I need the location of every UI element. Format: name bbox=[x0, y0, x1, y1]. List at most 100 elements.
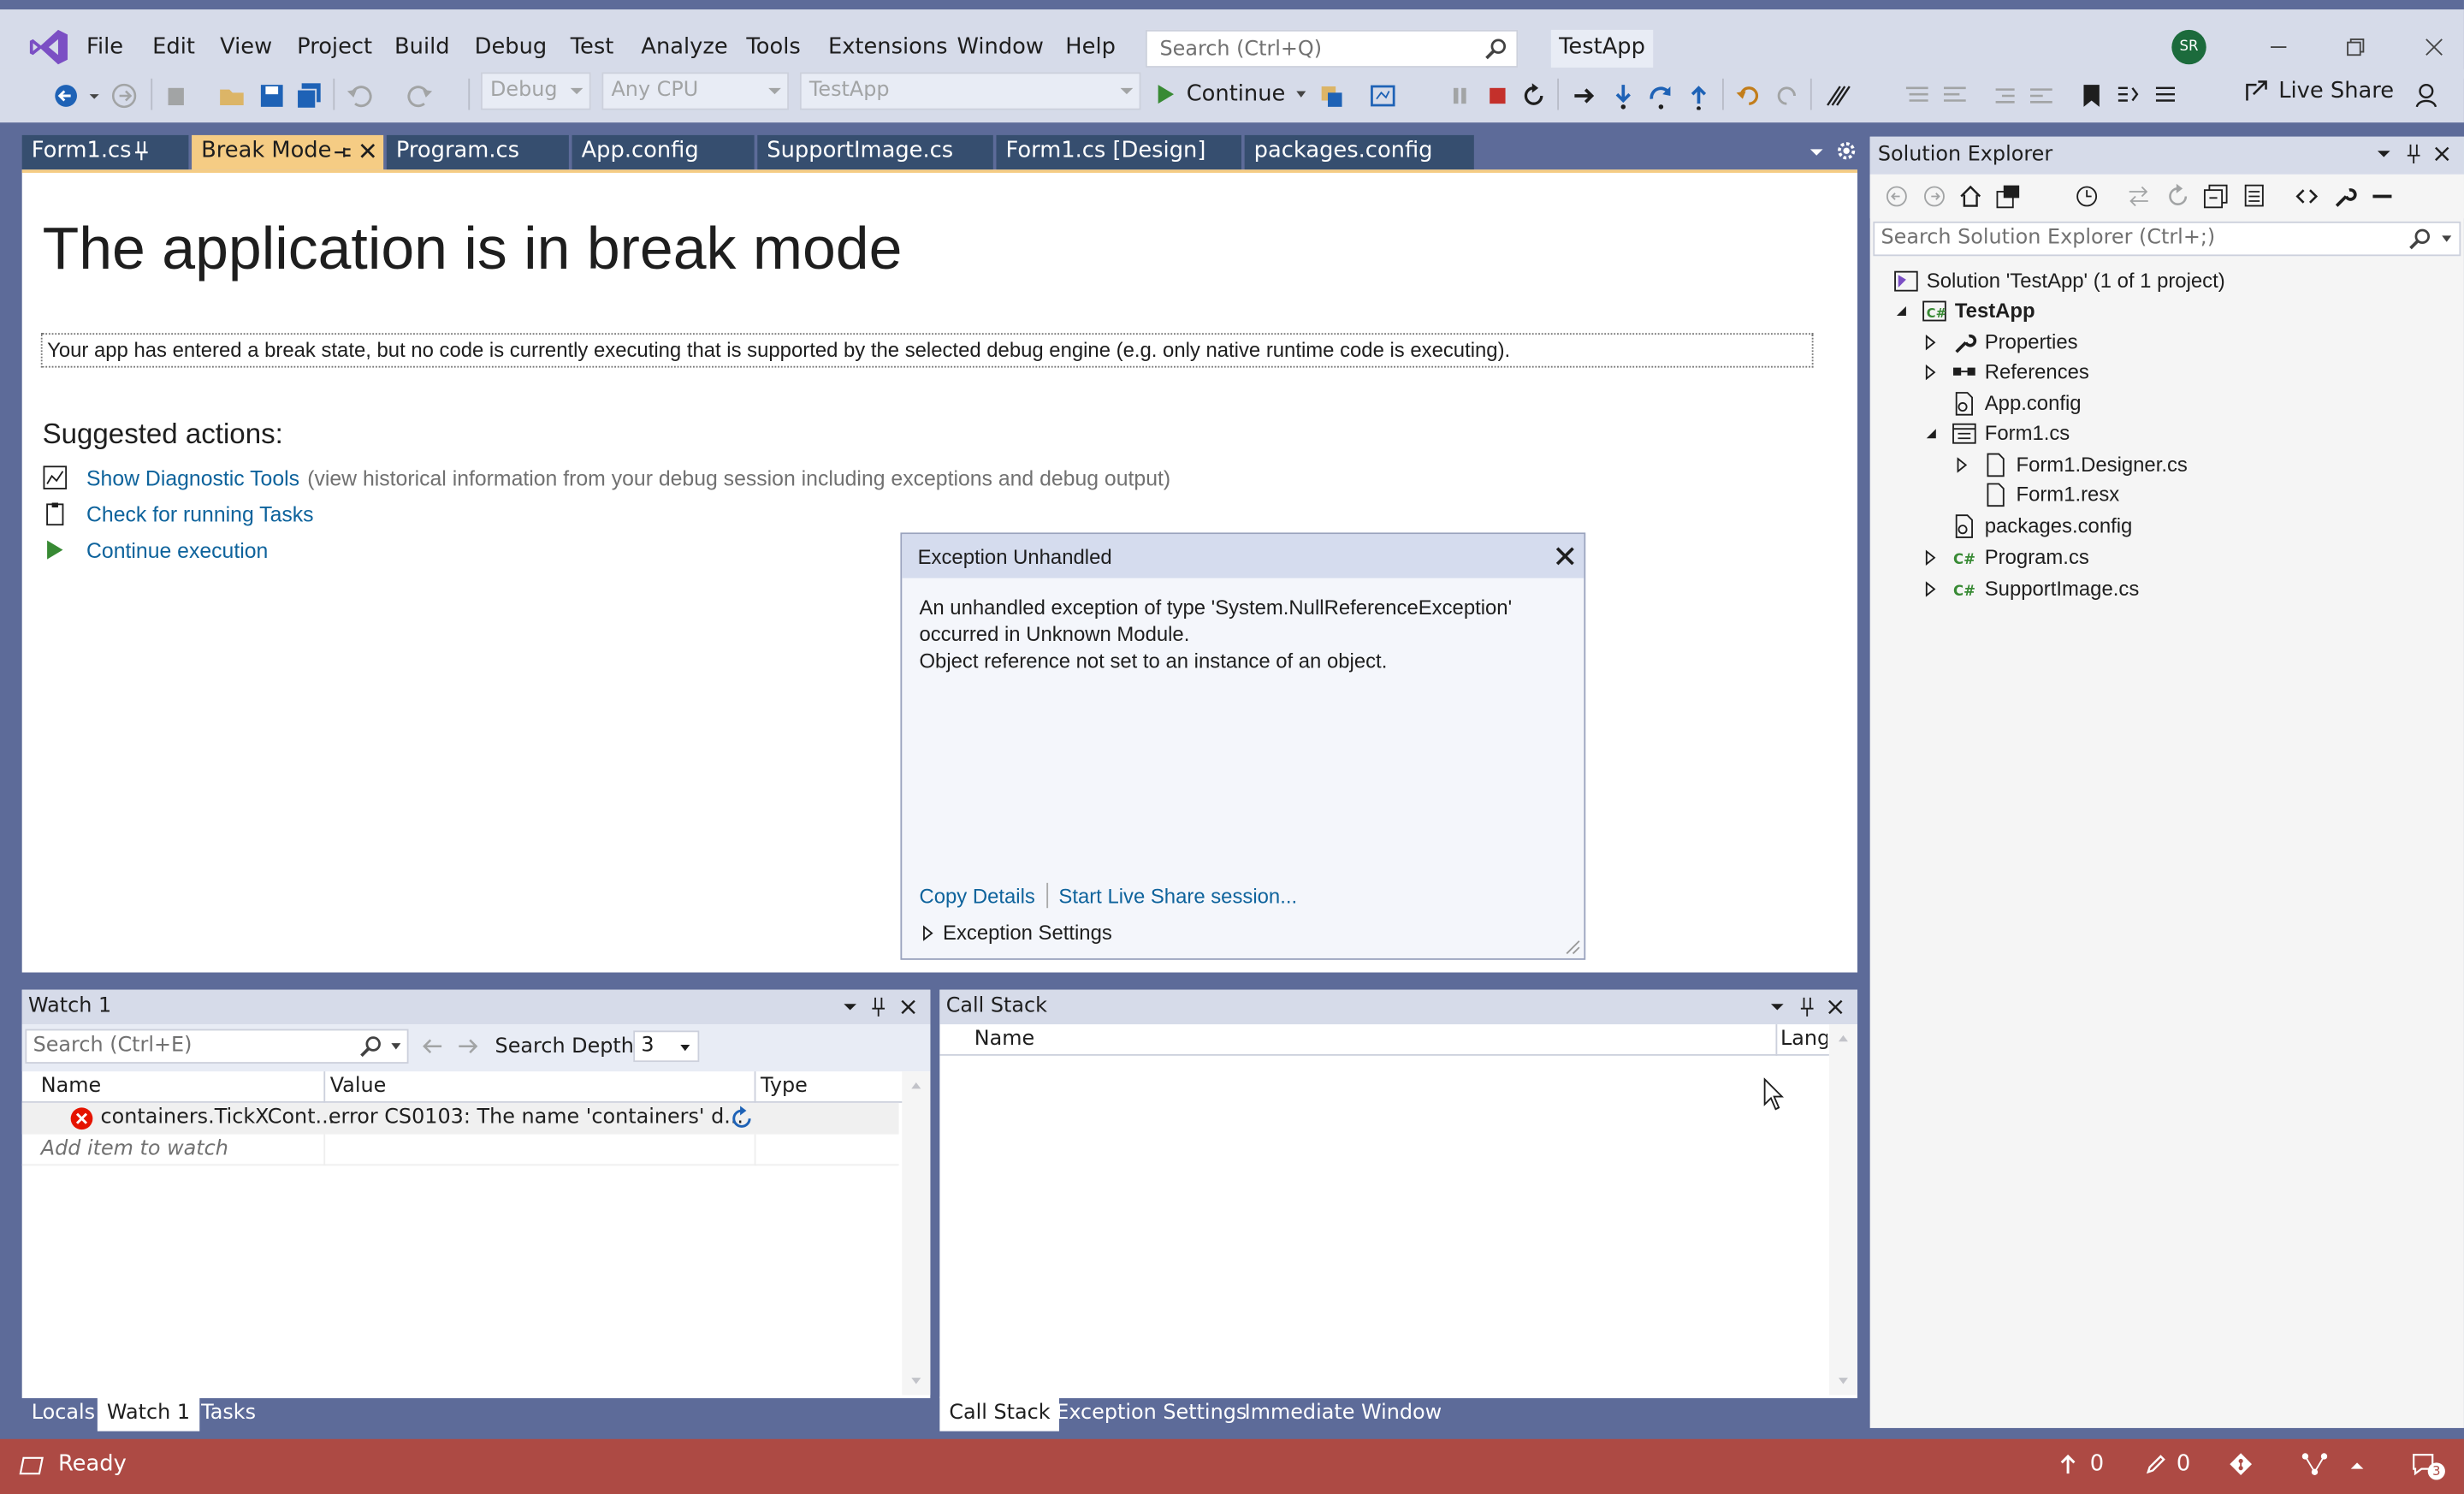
bookmark-prev-icon[interactable] bbox=[2113, 81, 2141, 110]
startup-item-dropdown[interactable]: TestApp bbox=[799, 72, 1141, 110]
hot-reload-icon[interactable] bbox=[1823, 81, 1851, 110]
continue-button[interactable]: Continue bbox=[1155, 75, 1307, 113]
tab-packages-config[interactable]: packages.config bbox=[1244, 134, 1474, 170]
column-language[interactable]: Langu bbox=[1780, 1028, 1827, 1052]
scroll-up-icon[interactable] bbox=[909, 1081, 922, 1090]
pencil-icon[interactable] bbox=[2145, 1453, 2167, 1475]
scroll-down-icon[interactable] bbox=[1837, 1376, 1850, 1385]
indent-icon[interactable] bbox=[2027, 81, 2055, 110]
tab-tasks[interactable]: Tasks bbox=[192, 1396, 265, 1431]
add-watch-row[interactable]: Add item to watch bbox=[21, 1134, 899, 1166]
pin-icon[interactable] bbox=[333, 141, 352, 163]
output-icon[interactable] bbox=[19, 1453, 44, 1478]
unpushed-commits-count[interactable]: 0 bbox=[2090, 1451, 2104, 1476]
expand-arrow-icon[interactable] bbox=[1923, 334, 1939, 350]
close-icon[interactable] bbox=[899, 998, 918, 1017]
stop-debugging-icon[interactable] bbox=[1484, 81, 1512, 110]
menu-help[interactable]: Help bbox=[1065, 34, 1116, 59]
chevron-up-icon[interactable] bbox=[2349, 1461, 2365, 1470]
expand-arrow-icon[interactable] bbox=[1955, 456, 1970, 472]
menu-extensions[interactable]: Extensions bbox=[828, 34, 948, 59]
properties-wrench-icon[interactable] bbox=[2332, 184, 2360, 212]
sync-icon[interactable] bbox=[2126, 184, 2154, 212]
menu-window[interactable]: Window bbox=[957, 34, 1044, 59]
tree-item-program-cs[interactable]: C# Program.cs bbox=[1923, 542, 2089, 572]
solution-configuration-dropdown[interactable]: Debug bbox=[481, 72, 591, 110]
tab-app-config[interactable]: App.config bbox=[572, 134, 755, 170]
menu-analyze[interactable]: Analyze bbox=[641, 34, 727, 59]
menu-build[interactable]: Build bbox=[394, 34, 450, 59]
tab-call-stack[interactable]: Call Stack bbox=[939, 1396, 1060, 1432]
tree-item-packages-config[interactable]: packages.config bbox=[1952, 511, 2132, 541]
chevron-down-icon[interactable] bbox=[390, 1041, 403, 1051]
expand-arrow-icon[interactable] bbox=[1923, 548, 1939, 566]
start-live-share-link[interactable]: Start Live Share session... bbox=[1058, 884, 1297, 908]
feedback-icon[interactable] bbox=[2414, 81, 2442, 110]
watch-row-name[interactable]: containers.TickXCont... bbox=[101, 1106, 335, 1130]
refresh-icon[interactable] bbox=[729, 1106, 754, 1131]
copy-details-link[interactable]: Copy Details bbox=[919, 884, 1034, 908]
show-diagnostic-tools-link[interactable]: Show Diagnostic Tools bbox=[86, 465, 299, 489]
tab-watch-1[interactable]: Watch 1 bbox=[97, 1396, 200, 1432]
diagnostic-tools-icon[interactable] bbox=[1369, 81, 1397, 110]
arrow-up-icon[interactable] bbox=[2058, 1453, 2077, 1475]
expand-arrow-icon[interactable] bbox=[1923, 364, 1939, 380]
break-all-icon[interactable] bbox=[1446, 81, 1474, 110]
tab-form1-cs[interactable]: Form1.cs bbox=[21, 134, 189, 170]
panel-menu-icon[interactable] bbox=[1769, 999, 1785, 1015]
tab-list-dropdown-icon[interactable] bbox=[1807, 143, 1826, 162]
panel-menu-icon[interactable] bbox=[2376, 146, 2391, 162]
comment-icon[interactable] bbox=[1903, 81, 1931, 110]
menu-view[interactable]: View bbox=[220, 34, 272, 59]
close-icon[interactable] bbox=[1826, 998, 1845, 1017]
show-next-statement-icon[interactable] bbox=[1572, 81, 1600, 110]
branch-icon[interactable] bbox=[2301, 1451, 2329, 1476]
tree-item-project[interactable]: C# TestApp bbox=[1893, 295, 2035, 325]
back-dropdown-icon[interactable] bbox=[88, 81, 101, 110]
column-value[interactable]: Value bbox=[330, 1075, 387, 1099]
solution-platform-dropdown[interactable]: Any CPU bbox=[601, 72, 790, 110]
column-name[interactable]: Name bbox=[41, 1075, 101, 1099]
continue-execution-link[interactable]: Continue execution bbox=[86, 538, 268, 562]
undo-icon[interactable] bbox=[346, 81, 374, 110]
tree-item-app-config[interactable]: App.config bbox=[1952, 388, 2082, 418]
watch-row-value[interactable]: error CS0103: The name 'containers' d... bbox=[329, 1106, 743, 1130]
step-over-icon[interactable] bbox=[1647, 81, 1675, 110]
new-project-icon[interactable] bbox=[163, 81, 192, 110]
restart-icon[interactable] bbox=[1519, 81, 1548, 110]
search-previous-icon[interactable] bbox=[419, 1035, 444, 1058]
view-code-icon[interactable] bbox=[2295, 184, 2323, 212]
bookmark-next-icon[interactable] bbox=[2151, 81, 2179, 110]
outdent-icon[interactable] bbox=[1989, 81, 2017, 110]
tab-locals[interactable]: Locals bbox=[22, 1396, 104, 1431]
column-type[interactable]: Type bbox=[761, 1075, 808, 1099]
uncomment-icon[interactable] bbox=[1940, 81, 1969, 110]
menu-debug[interactable]: Debug bbox=[475, 34, 548, 59]
close-icon[interactable] bbox=[1553, 543, 1578, 568]
scroll-up-icon[interactable] bbox=[1837, 1034, 1850, 1043]
pin-icon[interactable] bbox=[1799, 996, 1815, 1018]
menu-tools[interactable]: Tools bbox=[746, 34, 800, 59]
close-tab-icon[interactable] bbox=[358, 141, 377, 160]
show-all-files-icon[interactable] bbox=[2241, 184, 2269, 212]
collapse-arrow-icon[interactable] bbox=[1893, 302, 1909, 317]
tree-item-properties[interactable]: Properties bbox=[1923, 327, 2078, 357]
redo-icon[interactable] bbox=[406, 81, 434, 110]
search-next-icon[interactable] bbox=[456, 1035, 481, 1058]
call-stack-scrollbar[interactable] bbox=[1828, 1024, 1857, 1396]
collapse-all-icon[interactable] bbox=[2203, 184, 2231, 212]
tree-item-references[interactable]: References bbox=[1923, 357, 2089, 387]
collapse-arrow-icon[interactable] bbox=[1923, 425, 1939, 441]
step-out-icon[interactable] bbox=[1685, 81, 1713, 110]
pending-changes-icon[interactable] bbox=[2074, 184, 2102, 212]
close-icon[interactable] bbox=[2432, 145, 2451, 163]
save-icon[interactable] bbox=[258, 81, 286, 110]
add-item-placeholder[interactable]: Add item to watch bbox=[41, 1137, 228, 1161]
tab-exception-settings[interactable]: Exception Settings bbox=[1046, 1396, 1256, 1431]
tab-form1-design[interactable]: Form1.cs [Design] bbox=[996, 134, 1241, 170]
watch-search-input[interactable]: Search (Ctrl+E) bbox=[25, 1029, 409, 1064]
refresh-icon[interactable] bbox=[2165, 183, 2194, 212]
tree-item-form1-designer[interactable]: Form1.Designer.cs bbox=[1955, 449, 2188, 479]
gear-icon[interactable] bbox=[1835, 139, 1857, 162]
step-forward-icon[interactable] bbox=[1773, 81, 1801, 110]
